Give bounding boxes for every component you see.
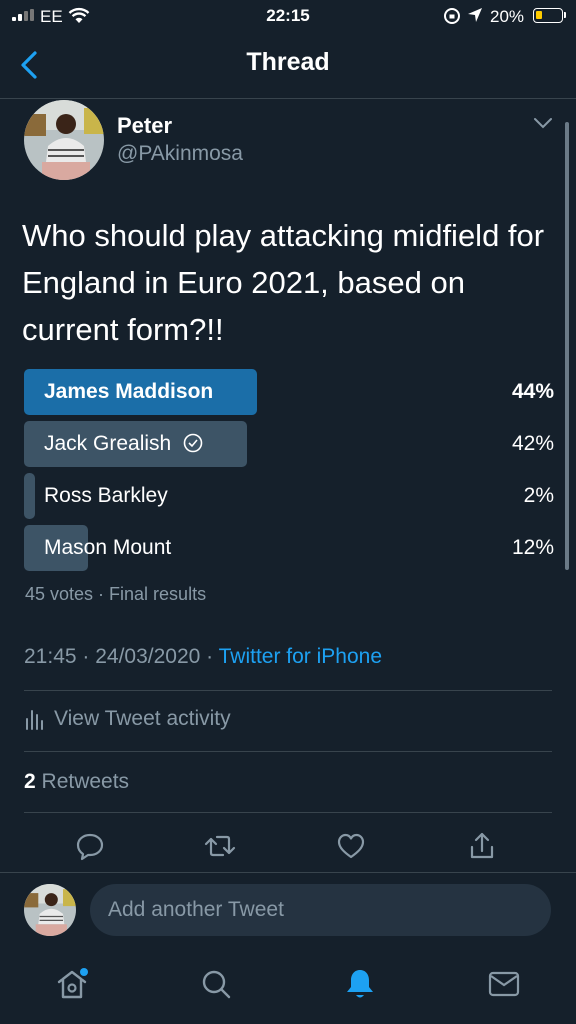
tab-home[interactable] <box>50 962 94 1006</box>
scrollbar[interactable] <box>565 122 569 570</box>
header-divider <box>0 98 576 99</box>
check-circle-icon <box>183 433 203 453</box>
add-tweet-input[interactable] <box>90 884 551 936</box>
page-title: Thread <box>246 48 330 76</box>
analytics-icon <box>26 710 43 730</box>
poll-option-percent: 12% <box>511 536 554 559</box>
author-name[interactable]: Peter <box>117 113 172 139</box>
author-handle[interactable]: @PAkinmosa <box>117 142 243 166</box>
poll-option-label: James Maddison <box>44 380 214 403</box>
tab-notifications[interactable] <box>338 962 382 1006</box>
poll-option: Jack Grealish 42% <box>24 421 554 467</box>
avatar-photo <box>24 884 76 936</box>
tweet-text: Who should play attacking midfield for E… <box>22 218 545 347</box>
chevron-down-icon <box>534 118 552 129</box>
mail-icon <box>488 971 520 997</box>
poll-meta: 45 votes · Final results <box>25 584 207 604</box>
view-tweet-activity-label: View Tweet activity <box>54 707 231 730</box>
more-options-button[interactable] <box>532 116 554 135</box>
divider <box>0 872 576 873</box>
poll-option-label: Jack Grealish <box>44 432 172 455</box>
reply-button[interactable] <box>70 826 110 866</box>
location-arrow-icon <box>466 6 484 29</box>
share-icon <box>470 832 494 859</box>
retweet-number: 2 <box>24 770 36 793</box>
avatar-photo <box>24 100 104 180</box>
poll-bar <box>24 473 35 519</box>
tab-messages[interactable] <box>482 962 526 1006</box>
poll-option: Mason Mount 12% <box>24 525 554 571</box>
poll-option: Ross Barkley 2% <box>24 473 554 519</box>
bell-icon <box>347 970 373 998</box>
status-bar: EE 22:15 20% <box>0 0 576 34</box>
search-icon <box>202 970 231 999</box>
heart-icon <box>337 833 365 859</box>
view-tweet-activity-button[interactable]: View Tweet activity <box>24 707 231 731</box>
poll-option-label: Mason Mount <box>44 536 172 559</box>
battery-percent: 20% <box>490 7 525 26</box>
tweet-timestamp-line: 21:45 · 24/03/2020 · Twitter for iPhone <box>24 645 382 669</box>
poll-option-percent: 2% <box>523 484 554 507</box>
retweets-count[interactable]: 2 Retweets <box>24 770 129 794</box>
reply-icon <box>76 833 104 861</box>
like-button[interactable] <box>331 826 371 866</box>
share-button[interactable] <box>462 826 502 866</box>
reply-avatar <box>24 884 76 936</box>
tweet-source-link[interactable]: Twitter for iPhone <box>219 645 382 668</box>
retweet-button[interactable] <box>200 826 240 866</box>
retweet-icon <box>204 835 236 857</box>
avatar[interactable] <box>24 100 104 180</box>
poll-option-label-wrap: Jack Grealish <box>44 432 203 456</box>
battery-icon <box>533 8 563 23</box>
divider <box>24 812 552 813</box>
battery-tip <box>564 12 566 18</box>
tweet-timestamp: 21:45 · 24/03/2020 · <box>24 645 219 668</box>
rotation-lock-icon <box>443 7 461 30</box>
poll-option: James Maddison 44% <box>24 369 554 415</box>
divider <box>24 751 552 752</box>
divider <box>24 690 552 691</box>
tab-search[interactable] <box>194 962 238 1006</box>
poll-option-percent: 42% <box>511 432 554 455</box>
retweet-label: Retweets <box>35 770 130 793</box>
poll-option-percent: 44% <box>511 380 554 403</box>
home-icon <box>57 968 88 999</box>
poll-option-label: Ross Barkley <box>44 484 168 507</box>
